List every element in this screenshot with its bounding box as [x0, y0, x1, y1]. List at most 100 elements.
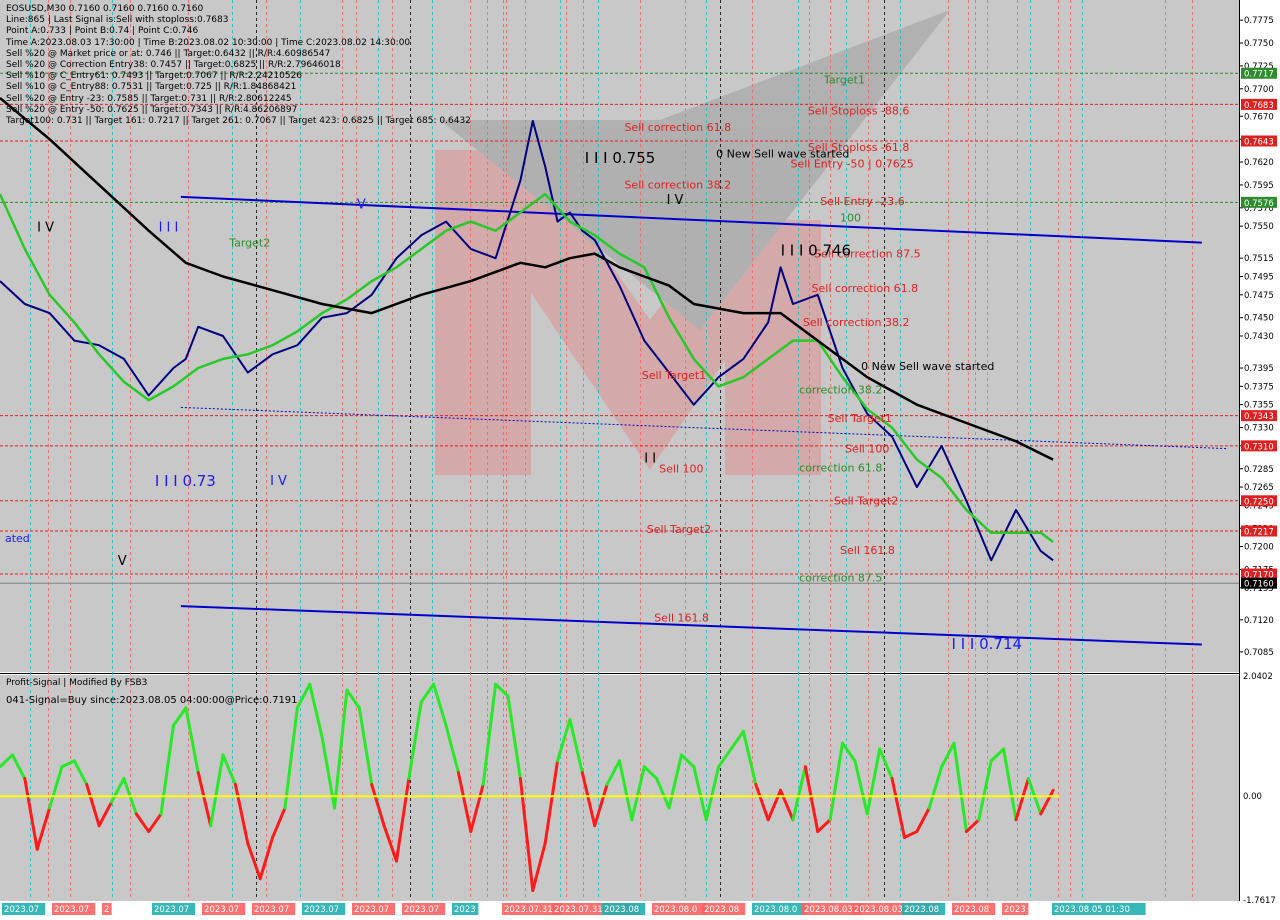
time-label: 2023.07	[354, 905, 389, 915]
annotation-label: Sell Target2	[834, 494, 898, 507]
price-tick-label: 0.7775	[1244, 16, 1274, 26]
price-label: 0.7343	[1244, 412, 1274, 422]
time-label: 2023.08	[904, 905, 939, 915]
indicator-info: Profit-Signal | Modified By FSB3 041-Sig…	[6, 678, 298, 706]
price-label: 0.7643	[1244, 137, 1274, 147]
annotation-label: correction 61.8	[799, 461, 882, 474]
time-label: 2023	[454, 905, 476, 915]
price-tick-label: 0.7200	[1244, 543, 1274, 553]
info-line: Sell %20 @ Correction Entry38: 0.7457 ||…	[6, 59, 341, 70]
annotation-label: I I I 0.746	[781, 241, 852, 259]
price-tick-label: 0.7285	[1244, 465, 1274, 475]
time-label: 2023.07.31	[504, 905, 553, 915]
price-tick-label: 0.7430	[1244, 332, 1274, 342]
time-label: 2023.08	[704, 905, 739, 915]
annotation-label: I I I	[159, 221, 179, 236]
info-line: Target100: 0.731 || Target 161: 0.7217 |…	[6, 115, 471, 126]
price-tick-label: 0.7495	[1244, 272, 1274, 282]
annotation-label: 0 New Sell wave started	[716, 147, 849, 160]
indicator-subtitle: 041-Signal=Buy since:2023.08.05 04:00:00…	[6, 695, 298, 707]
time-label: 2023.08.0	[654, 905, 697, 915]
time-label: 2023.08.0	[754, 905, 797, 915]
annotation-label: Sell Target2	[647, 523, 711, 536]
annotation-label: I V	[37, 221, 54, 236]
annotation-label: correction 87.5	[799, 571, 882, 584]
annotation-label: I I	[644, 451, 656, 466]
annotation-label: Sell Entry -23.6	[820, 195, 905, 208]
time-label: 2023.08	[604, 905, 639, 915]
time-label: 2023.07	[254, 905, 289, 915]
time-label: 2023.07	[4, 905, 39, 915]
price-label: 0.7683	[1244, 101, 1274, 111]
info-line: Line:865 | Last Signal is:Sell with stop…	[6, 15, 229, 26]
time-label: 2023.07	[404, 905, 439, 915]
oscillator-tick-label: 0.00	[1243, 792, 1262, 802]
indicator-title: Profit-Signal | Modified By FSB3	[6, 678, 148, 688]
annotation-label: Sell 100	[659, 462, 703, 475]
time-label: 2	[104, 905, 109, 915]
price-tick-label: 0.7595	[1244, 181, 1274, 191]
annotation-label: Sell 161.8	[654, 612, 709, 625]
annotation-label: V	[118, 554, 127, 569]
info-line: Sell %20 @ Market price or at: 0.746 || …	[6, 48, 331, 59]
annotation-label: Sell correction 61.8	[812, 282, 919, 295]
annotation-label: Target2	[228, 236, 270, 249]
price-tick-label: 0.7550	[1244, 222, 1274, 232]
oscillator-tick-label: 2.0402	[1243, 672, 1273, 682]
annotation-label: Target1	[823, 73, 865, 86]
annotation-label: 100	[840, 212, 861, 225]
time-label: 2023.08	[954, 905, 989, 915]
info-line: Point A:0.733 | Point B:0.74 | Point C:0…	[6, 26, 199, 37]
price-tick-label: 0.7375	[1244, 382, 1274, 392]
annotation-label: Sell 100	[845, 442, 889, 455]
annotation-label: Sell correction 38.2	[624, 179, 731, 192]
price-tick-label: 0.7515	[1244, 254, 1274, 264]
annotation-label: V	[357, 198, 366, 213]
price-tick-label: 0.7450	[1244, 314, 1274, 324]
time-label: 2023	[1004, 905, 1026, 915]
price-tick-label: 0.7330	[1244, 424, 1274, 434]
annotation-label: I I I 0.755	[585, 149, 656, 167]
annotation-label: Sell correction 61.8	[624, 121, 731, 134]
time-label: 2023.07	[204, 905, 239, 915]
price-label: 0.7160	[1244, 580, 1274, 590]
info-line: EOSUSD,M30 0.7160 0.7160 0.7160 0.7160	[6, 4, 204, 14]
info-line: Sell %20 @ Entry -23: 0.7585 || Target:0…	[6, 93, 292, 104]
oscillator-tick-label: -1.7617	[1243, 896, 1276, 906]
price-label: 0.7717	[1244, 70, 1274, 80]
time-axis-labels: 2023.07 2023.07 2 2023.07 2023.07 2023.07 2023…	[2, 903, 1146, 915]
annotation-label: Sell Target1	[828, 412, 892, 425]
time-label: 2023.07	[304, 905, 339, 915]
annotation-label: ated	[5, 532, 30, 545]
annotation-label: Sell Target1	[642, 369, 706, 382]
price-tick-label: 0.7750	[1244, 39, 1274, 49]
annotation-label: I V	[270, 474, 287, 489]
annotation-label: Sell Stoploss -88.6	[808, 104, 910, 117]
price-tick-label: 0.7395	[1244, 364, 1274, 374]
info-line: Sell %20 @ Entry -50: 0.7625 || Target:0…	[6, 104, 298, 115]
price-tick-label: 0.7700	[1244, 85, 1274, 95]
time-label: 2023.08.03	[804, 905, 853, 915]
time-label: 2023.08.05 01:30	[1054, 905, 1130, 915]
price-tick-label: 0.7085	[1244, 648, 1274, 658]
annotation-label: 0 New Sell wave started	[861, 360, 994, 373]
annotation-label: correction 38.2	[799, 384, 882, 397]
annotation-label: I I I 0.714	[952, 635, 1023, 653]
chart-info-panel: EOSUSD,M30 0.7160 0.7160 0.7160 0.7160 L…	[6, 4, 471, 127]
price-tick-label: 0.7475	[1244, 291, 1274, 301]
annotation-label: Sell 161.8	[840, 544, 895, 557]
info-line: Time A:2023.08.03 17:30:00 | Time B:2023…	[6, 37, 411, 48]
info-line: Sell %10 @ C_Entry61: 0.7493 || Target:0…	[6, 71, 303, 82]
time-label: 2023.07	[154, 905, 189, 915]
price-label: 0.7576	[1244, 199, 1274, 209]
annotation-label: I V	[667, 193, 684, 208]
chart-canvas: Target1Sell Stoploss -88.6Sell Stoploss …	[0, 0, 1280, 920]
time-label: 2023.07	[54, 905, 89, 915]
price-tick-label: 0.7265	[1244, 483, 1274, 493]
info-line: Sell %10 @ C_Entry88: 0.7531 || Target:0…	[6, 82, 297, 93]
price-label: 0.7310	[1244, 442, 1274, 452]
price-tick-label: 0.7355	[1244, 401, 1274, 411]
annotation-label: Sell correction 38.2	[803, 316, 910, 329]
price-label: 0.7250	[1244, 497, 1274, 507]
price-tick-label: 0.7620	[1244, 158, 1274, 168]
